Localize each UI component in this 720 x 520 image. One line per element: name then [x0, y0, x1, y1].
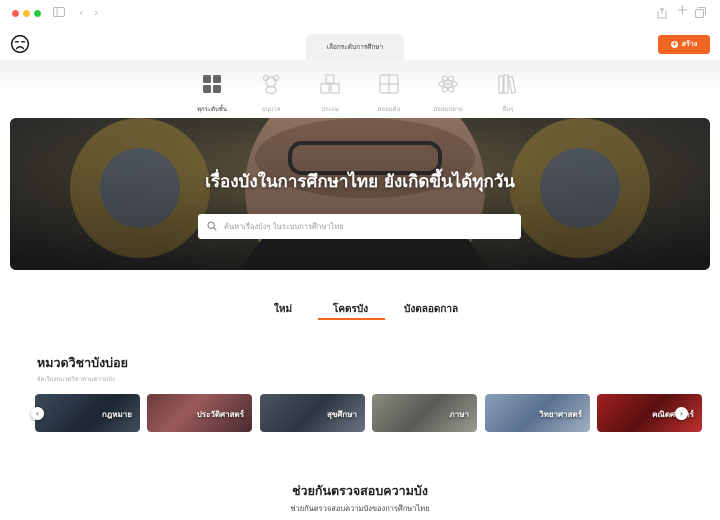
help-subtitle: ช่วยกันตรวจสอบความบังของการศึกษาไทย — [290, 504, 430, 513]
category-all-levels[interactable]: ทุกระดับชั้น — [185, 74, 239, 114]
close-window-button[interactable] — [12, 10, 19, 17]
subject-card-law[interactable]: กฎหมาย — [35, 394, 140, 432]
plus-icon: + — [670, 40, 678, 48]
category-label: อื่นๆ — [502, 106, 514, 113]
create-button[interactable]: + สร้าง — [658, 35, 710, 54]
calculator-icon — [379, 74, 399, 94]
subject-card-history[interactable]: ประวัติศาสตร์ — [147, 394, 252, 432]
subject-card-label: วิทยาศาสตร์ — [539, 410, 582, 419]
abc-blocks-icon — [320, 74, 340, 94]
grid-icon — [203, 75, 221, 93]
share-icon[interactable] — [657, 7, 667, 22]
chevron-left-icon: ‹ — [35, 409, 40, 418]
hero-title: เรื่องบังในการศึกษาไทย ยังเกิดขึ้นได้ทุก… — [205, 172, 515, 192]
browser-toolbar: ‹ › + — [0, 0, 720, 30]
atom-icon — [438, 75, 458, 93]
category-label: ประถม — [321, 106, 339, 113]
subject-card-label: กฎหมาย — [102, 410, 132, 419]
subject-card-label: ภาษา — [449, 410, 469, 419]
subject-card-label: ประวัติศาสตร์ — [196, 410, 244, 419]
hero-banner: เรื่องบังในการศึกษาไทย ยังเกิดขึ้นได้ทุก… — [10, 118, 710, 270]
category-primary[interactable]: ประถม — [303, 74, 357, 114]
tab-most-blocked[interactable]: โคตรบัง — [333, 302, 368, 317]
chevron-right-icon: › — [679, 409, 684, 418]
tab-new[interactable]: ใหม่ — [274, 302, 292, 317]
category-lower-secondary[interactable]: มัธยมต้น — [362, 74, 416, 114]
search-box — [198, 214, 521, 239]
tab-overview-icon[interactable] — [695, 7, 706, 21]
subject-card-health[interactable]: สุขศึกษา — [260, 394, 365, 432]
tab-all-time[interactable]: บังตลอดกาล — [404, 302, 458, 317]
category-label: มัธยมปลาย — [433, 106, 463, 113]
help-title: ช่วยกันตรวจสอบความบัง — [292, 483, 428, 498]
back-icon[interactable]: ‹ — [79, 7, 83, 19]
active-tab-indicator — [318, 318, 385, 320]
subjects-subtitle: จัดเรียงหมวดวิชาตามความบัง — [37, 376, 115, 383]
sidebar-toggle-icon[interactable] — [53, 7, 65, 20]
new-tab-icon[interactable]: + — [677, 4, 688, 17]
subject-card-science[interactable]: วิทยาศาสตร์ — [485, 394, 590, 432]
books-icon — [498, 74, 517, 94]
category-label: มัธยมต้น — [377, 106, 401, 113]
category-others[interactable]: อื่นๆ — [481, 74, 535, 114]
app-header: เลือกระดับการศึกษา + สร้าง — [0, 30, 720, 60]
search-icon — [207, 221, 217, 231]
carousel-next-button[interactable]: › — [675, 407, 688, 420]
search-input[interactable] — [224, 219, 509, 234]
category-upper-secondary[interactable]: มัธยมปลาย — [421, 74, 475, 114]
category-label: ทุกระดับชั้น — [197, 106, 227, 113]
subject-card-language[interactable]: ภาษา — [372, 394, 477, 432]
minimize-window-button[interactable] — [23, 10, 30, 17]
logo-icon[interactable] — [10, 34, 30, 54]
education-level-tab[interactable]: เลือกระดับการศึกษา — [306, 34, 404, 60]
subject-carousel: กฎหมาย ประวัติศาสตร์ สุขศึกษา ภาษา วิทยา… — [0, 394, 720, 434]
maximize-window-button[interactable] — [34, 10, 41, 17]
category-kindergarten[interactable]: อนุบาล — [244, 74, 298, 114]
education-level-bar: ทุกระดับชั้น อนุบาล ประถม มัธยมต้น มัธยม… — [0, 60, 720, 118]
carousel-prev-button[interactable]: ‹ — [31, 407, 44, 420]
create-button-label: สร้าง — [681, 40, 698, 48]
teddy-bear-icon — [262, 74, 280, 95]
forward-icon[interactable]: › — [94, 7, 98, 19]
category-label: อนุบาล — [261, 106, 281, 113]
subject-card-label: สุขศึกษา — [326, 410, 357, 419]
subjects-title: หมวดวิชาบังบ่อย — [37, 355, 128, 370]
